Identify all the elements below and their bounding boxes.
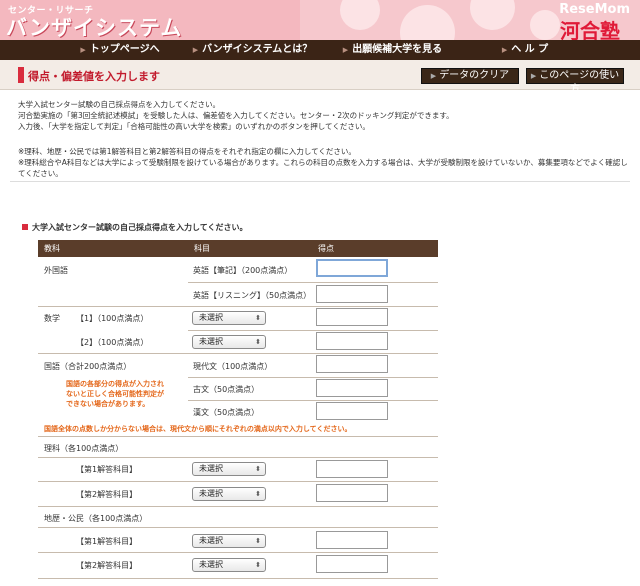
- arrow-right-icon: ▶: [342, 46, 349, 54]
- select-arrows-icon: ⬍: [255, 561, 261, 569]
- classics-score-input[interactable]: [316, 379, 388, 397]
- arrow-right-icon: ▶: [192, 46, 199, 54]
- select-arrows-icon: ⬍: [255, 490, 261, 498]
- column-score: 得点: [318, 244, 334, 253]
- science-first-subject-select[interactable]: 未選択 ⬍: [192, 462, 266, 476]
- math2-score-input[interactable]: [316, 332, 388, 350]
- math-label: 数学 【1】（100点満点）: [44, 314, 149, 323]
- math2-subject-select[interactable]: 未選択 ⬍: [192, 335, 266, 349]
- social-second-score-input[interactable]: [316, 555, 388, 573]
- how-to-use-button[interactable]: ▶ このページの使い方: [526, 68, 624, 95]
- column-subject-area: 教科: [44, 244, 60, 253]
- classics-label: 古文（50点満点）: [193, 385, 260, 394]
- select-arrows-icon: ⬍: [255, 338, 261, 346]
- nav-help[interactable]: ▶ ヘ ル プ: [480, 40, 570, 60]
- arrow-right-icon: ▶: [430, 72, 437, 80]
- nav-candidate-universities[interactable]: ▶ 出願候補大学を見る: [330, 40, 455, 60]
- section-title: 大学入試センター試験の自己採点得点を入力してください。: [22, 222, 248, 233]
- nav-top-page[interactable]: ▶ トップページへ: [60, 40, 180, 60]
- kanbun-score-input[interactable]: [316, 402, 388, 420]
- japanese-total-warning: 国語全体の点数しか分からない場合は、現代文から順にそれぞれの満点以内で入力してく…: [44, 425, 352, 433]
- social-second-subject-select[interactable]: 未選択 ⬍: [192, 558, 266, 572]
- main-nav: ▶ トップページへ ▶ バンザイシステムとは？ ▶ 出願候補大学を見る ▶ ヘ ル プ: [0, 40, 640, 60]
- social-second-label: 【第2解答科目】: [76, 561, 138, 570]
- social-first-score-input[interactable]: [316, 531, 388, 549]
- science-second-subject-select[interactable]: 未選択 ⬍: [192, 487, 266, 501]
- science-first-label: 【第1解答科目】: [76, 465, 138, 474]
- square-bullet-icon: [22, 224, 28, 230]
- arrow-right-icon: ▶: [530, 72, 537, 80]
- japanese-warning: 国語の各部分の得点が入力されないと正しく合格可能性判定ができない場合があります。: [66, 380, 164, 408]
- select-arrows-icon: ⬍: [255, 465, 261, 473]
- english-writing-score-input[interactable]: [316, 259, 388, 277]
- page-title: 得点・偏差値を入力します: [28, 70, 160, 83]
- banzai-system-logo[interactable]: バンザイシステム: [6, 12, 182, 40]
- site-header: センター・リサーチ バンザイシステム ReseMom 河合塾: [0, 0, 640, 40]
- title-accent: [18, 67, 24, 83]
- science-first-score-input[interactable]: [316, 460, 388, 478]
- english-listening-label: 英語【リスニング】（50点満点）: [193, 291, 312, 300]
- social-first-subject-select[interactable]: 未選択 ⬍: [192, 534, 266, 548]
- modern-japanese-label: 現代文（100点満点）: [193, 362, 273, 371]
- intro-text: 大学入試センター試験の自己採点得点を入力してください。 河合塾実施の「第3回全統…: [18, 100, 454, 131]
- divider: [10, 181, 630, 182]
- japanese-label: 国語（合計200点満点）: [44, 362, 132, 371]
- math1-score-input[interactable]: [316, 308, 388, 326]
- english-listening-score-input[interactable]: [316, 285, 388, 303]
- kanbun-label: 漢文（50点満点）: [193, 408, 260, 417]
- science-second-label: 【第2解答科目】: [76, 490, 138, 499]
- social-studies-label: 地歴・公民（各100点満点）: [44, 514, 148, 523]
- select-arrows-icon: ⬍: [255, 537, 261, 545]
- arrow-right-icon: ▶: [80, 46, 86, 54]
- science-label: 理科（各100点満点）: [44, 444, 124, 453]
- kawaijuku-logo: 河合塾: [560, 19, 620, 40]
- nav-about-system[interactable]: ▶ バンザイシステムとは？: [190, 40, 315, 60]
- foreign-language-label: 外国語: [44, 266, 68, 275]
- social-first-label: 【第1解答科目】: [76, 537, 138, 546]
- modern-japanese-score-input[interactable]: [316, 355, 388, 373]
- table-header: 教科 科目 得点: [38, 240, 438, 257]
- english-writing-label: 英語【筆記】（200点満点）: [193, 266, 293, 275]
- math2-label: 【2】（100点満点）: [76, 338, 149, 347]
- notes-text: ※理科、地歴・公民では第1解答科目と第2解答科目の得点をそれぞれ指定の欄に入力し…: [18, 147, 628, 178]
- math1-subject-select[interactable]: 未選択 ⬍: [192, 311, 266, 325]
- column-subject: 科目: [194, 244, 210, 253]
- select-arrows-icon: ⬍: [255, 314, 261, 322]
- arrow-right-icon: ▶: [501, 46, 508, 54]
- science-second-score-input[interactable]: [316, 484, 388, 502]
- clear-data-button[interactable]: ▶ データのクリア: [421, 68, 519, 84]
